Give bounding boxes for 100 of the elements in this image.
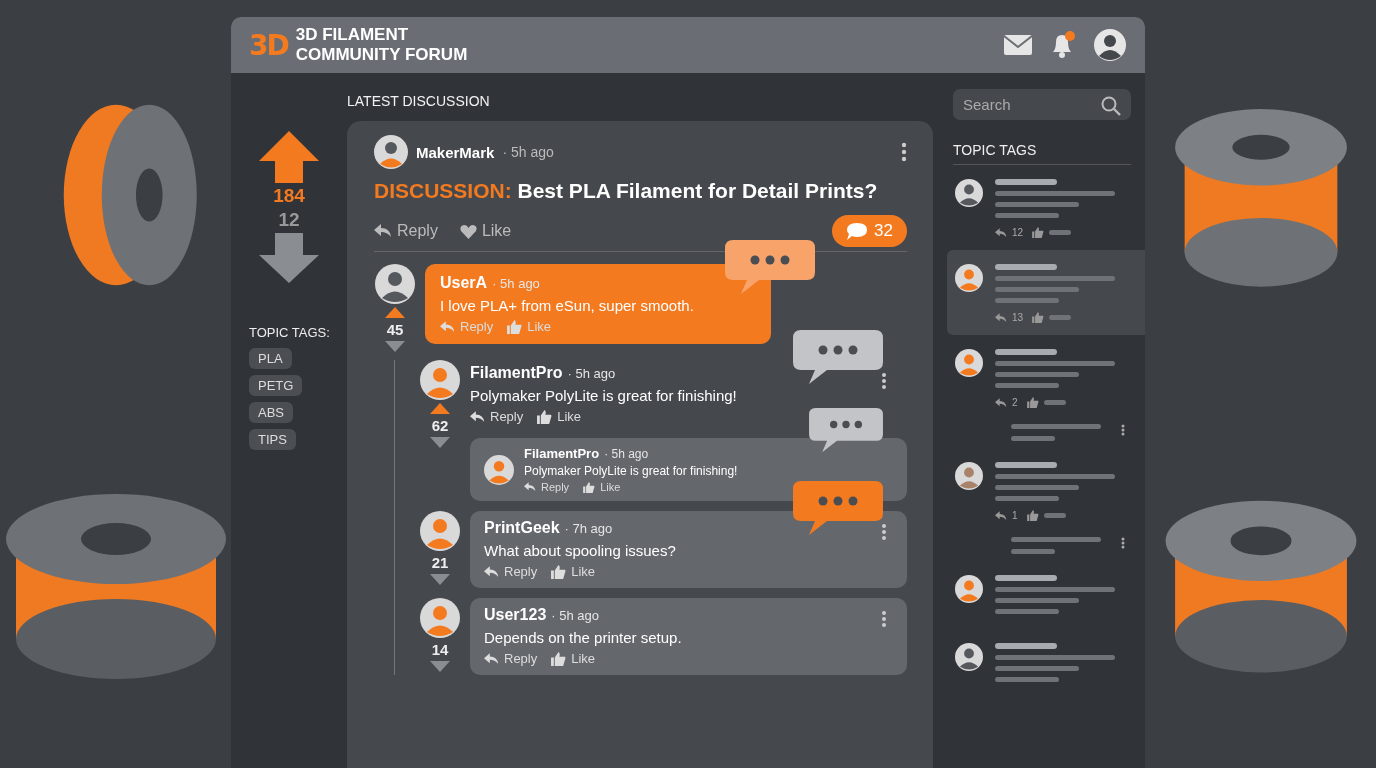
- heart-icon: [459, 223, 477, 239]
- reply-count: 13: [1012, 312, 1024, 323]
- reply-button[interactable]: Reply: [484, 564, 538, 579]
- comment-text: What about spooling issues?: [484, 542, 677, 559]
- avatar-icon: [955, 462, 983, 490]
- post-title: DISCUSSION: Best PLA Filament for Detail Prints?: [374, 179, 879, 203]
- more-options-icon[interactable]: [901, 142, 907, 162]
- speech-bubble-icon: [846, 221, 869, 241]
- comment-text: I love PLA+ from eSun, super smooth.: [440, 297, 695, 314]
- vote-count: 62: [431, 417, 449, 434]
- user-avatar-icon[interactable]: [1093, 28, 1127, 62]
- avatar-icon: [955, 264, 983, 292]
- author-name[interactable]: MakerMark: [416, 143, 495, 161]
- mail-icon[interactable]: [1003, 34, 1033, 56]
- reply-arrow-icon: [524, 482, 536, 492]
- typing-bubble-icon: [793, 481, 883, 537]
- avatar-icon: [374, 135, 408, 169]
- search-icon: [1101, 96, 1121, 116]
- reply-count: 12: [1012, 227, 1024, 238]
- downvote-icon[interactable]: [430, 574, 450, 585]
- downvote-icon[interactable]: [259, 233, 319, 283]
- vote-count: 21: [431, 554, 449, 571]
- thumbs-up-icon: [583, 481, 596, 493]
- reply-icon: [995, 510, 1007, 521]
- avatar-icon: [420, 511, 460, 551]
- avatar-icon: [955, 643, 983, 671]
- reply-arrow-icon: [484, 565, 499, 578]
- comment-time: · 7h ago: [564, 521, 613, 536]
- author-name[interactable]: User123: [484, 606, 547, 624]
- comment-text: Depends on the printer setup.: [484, 629, 683, 646]
- forum-title: COMMUNITY FORUM: [295, 45, 468, 65]
- search-field[interactable]: Search: [953, 89, 1131, 120]
- sidebar-heading: TOPIC TAGS: [953, 120, 1131, 165]
- like-icon: [1032, 312, 1045, 323]
- topic-tag[interactable]: PLA: [249, 348, 292, 369]
- topic-list-item[interactable]: 1: [947, 448, 1145, 533]
- downvote-icon[interactable]: [430, 437, 450, 448]
- tags-heading: TOPIC TAGS:: [249, 325, 330, 340]
- more-options-icon[interactable]: [1121, 537, 1125, 549]
- reply-arrow-icon: [470, 410, 485, 423]
- comment-text: Polymaker PolyLite is great for finishing!: [524, 464, 738, 478]
- vote-count: 14: [431, 641, 449, 658]
- reply-count: 1: [1012, 510, 1018, 521]
- avatar-icon: [484, 454, 514, 485]
- upvote-count: 184: [273, 185, 305, 207]
- comment-time: · 5h ago: [551, 608, 599, 623]
- downvote-count: 12: [278, 209, 300, 231]
- reply-button[interactable]: Reply: [470, 409, 524, 424]
- text-placeholder-drawing: [1049, 315, 1072, 320]
- topic-list-item[interactable]: 12: [947, 165, 1145, 250]
- reply-button[interactable]: Reply: [484, 651, 538, 666]
- more-options-icon[interactable]: [881, 523, 887, 541]
- reply-button[interactable]: Reply: [374, 222, 438, 240]
- more-options-icon[interactable]: [1121, 424, 1125, 436]
- topic-list-item[interactable]: 13: [947, 250, 1145, 335]
- reply-arrow-icon: [440, 320, 455, 333]
- avatar-icon: [375, 264, 415, 304]
- avatar-icon: [420, 598, 460, 638]
- logo-icon: 3D: [249, 28, 288, 62]
- section-title: LATEST DISCUSSION: [347, 92, 491, 111]
- reply-icon: [995, 227, 1007, 238]
- topic-tag[interactable]: TIPS: [249, 429, 296, 450]
- typing-bubble-icon: [793, 330, 883, 386]
- upvote-icon[interactable]: [259, 131, 319, 183]
- reply-button[interactable]: Reply: [524, 481, 570, 493]
- upvote-icon[interactable]: [385, 307, 405, 318]
- text-placeholder-drawing: [1043, 513, 1066, 518]
- avatar-icon: [420, 360, 460, 400]
- thumbs-up-icon: [507, 319, 523, 334]
- topic-tag[interactable]: PETG: [249, 375, 303, 396]
- reply-icon: [995, 312, 1007, 323]
- thumbs-up-icon: [537, 409, 553, 424]
- reply-arrow-icon: [484, 652, 499, 665]
- typing-bubble-icon: [725, 240, 815, 296]
- like-button[interactable]: Like: [551, 564, 596, 579]
- avatar-icon: [955, 349, 983, 377]
- upvote-icon[interactable]: [430, 403, 450, 414]
- comment-time: · 5h ago: [604, 447, 649, 461]
- reply-icon: [995, 397, 1007, 408]
- text-placeholder-drawing: [1043, 400, 1066, 405]
- vote-count: 45: [386, 321, 404, 338]
- forum-title: 3D FILAMENT: [295, 25, 410, 45]
- downvote-icon[interactable]: [430, 661, 450, 672]
- downvote-icon[interactable]: [385, 341, 405, 352]
- text-placeholder-drawing: [1049, 230, 1072, 235]
- author-name[interactable]: FilamentPro: [470, 364, 563, 382]
- author-name[interactable]: FilamentPro: [524, 446, 600, 461]
- more-options-icon[interactable]: [881, 610, 887, 628]
- like-button[interactable]: Like: [537, 409, 582, 424]
- more-options-icon[interactable]: [881, 372, 887, 390]
- author-name[interactable]: PrintGeek: [484, 519, 560, 537]
- like-button[interactable]: Like: [551, 651, 596, 666]
- like-button[interactable]: Like: [583, 481, 621, 493]
- like-button[interactable]: Like: [459, 222, 512, 240]
- topic-tag[interactable]: ABS: [249, 402, 293, 423]
- comment-time: · 5h ago: [492, 276, 540, 291]
- like-icon: [1032, 227, 1045, 238]
- reply-arrow-icon: [374, 224, 392, 238]
- topic-list-item[interactable]: 2: [947, 335, 1145, 420]
- comment-time: · 5h ago: [567, 366, 616, 381]
